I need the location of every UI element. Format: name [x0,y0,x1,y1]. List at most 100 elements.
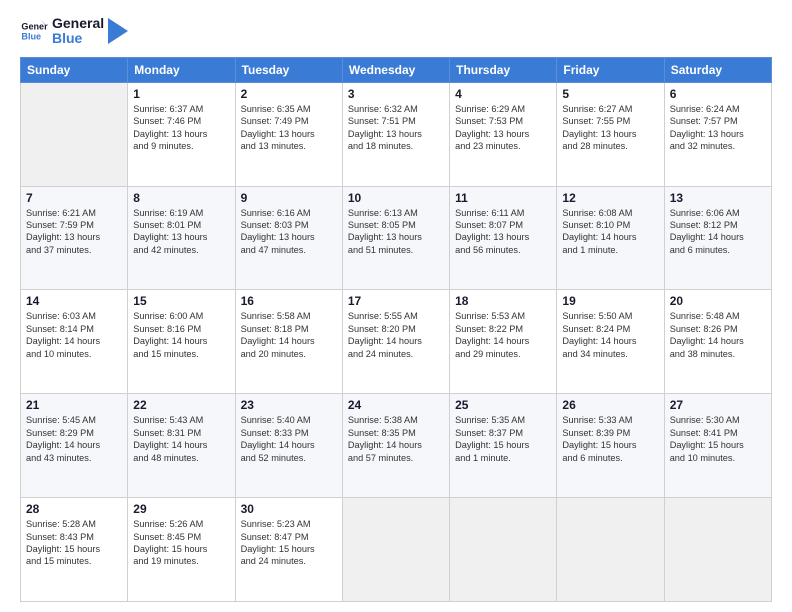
weekday-header-tuesday: Tuesday [235,57,342,82]
day-info: Sunrise: 6:32 AMSunset: 7:51 PMDaylight:… [348,103,444,153]
day-info: Sunrise: 6:08 AMSunset: 8:10 PMDaylight:… [562,207,658,257]
day-info: Sunrise: 5:58 AMSunset: 8:18 PMDaylight:… [241,310,337,360]
day-info: Sunrise: 6:24 AMSunset: 7:57 PMDaylight:… [670,103,766,153]
calendar-cell: 9 Sunrise: 6:16 AMSunset: 8:03 PMDaylight… [235,186,342,290]
day-info: Sunrise: 5:23 AMSunset: 8:47 PMDaylight:… [241,518,337,568]
day-number: 3 [348,87,444,101]
logo-arrow-icon [108,18,128,44]
day-number: 4 [455,87,551,101]
day-number: 6 [670,87,766,101]
day-info: Sunrise: 6:03 AMSunset: 8:14 PMDaylight:… [26,310,122,360]
calendar-cell: 17 Sunrise: 5:55 AMSunset: 8:20 PMDayligh… [342,290,449,394]
day-number: 11 [455,191,551,205]
calendar-cell: 2Sunrise: 6:35 AMSunset: 7:49 PMDaylight… [235,82,342,186]
calendar-cell: 22Sunrise: 5:43 AMSunset: 8:31 PMDayligh… [128,394,235,498]
svg-text:Blue: Blue [21,32,41,42]
day-number: 29 [133,502,229,516]
day-number: 1 [133,87,229,101]
day-number: 17 [348,294,444,308]
calendar-page: General Blue General Blue SundayMondayTu… [0,0,792,612]
calendar-cell: 29 Sunrise: 5:26 AMSunset: 8:45 PMDayligh… [128,498,235,602]
calendar-cell: 26 Sunrise: 5:33 AMSunset: 8:39 PMDayligh… [557,394,664,498]
calendar-cell: 3 Sunrise: 6:32 AMSunset: 7:51 PMDaylight… [342,82,449,186]
calendar-cell: 10 Sunrise: 6:13 AMSunset: 8:05 PMDayligh… [342,186,449,290]
calendar-cell: 5 Sunrise: 6:27 AMSunset: 7:55 PMDaylight… [557,82,664,186]
calendar-week-3: 14Sunrise: 6:03 AMSunset: 8:14 PMDayligh… [21,290,772,394]
day-number: 9 [241,191,337,205]
calendar-week-5: 28Sunrise: 5:28 AMSunset: 8:43 PMDayligh… [21,498,772,602]
calendar-cell: 28Sunrise: 5:28 AMSunset: 8:43 PMDayligh… [21,498,128,602]
day-number: 16 [241,294,337,308]
day-info: Sunrise: 5:40 AMSunset: 8:33 PMDaylight:… [241,414,337,464]
day-number: 21 [26,398,122,412]
day-number: 30 [241,502,337,516]
calendar-cell: 19 Sunrise: 5:50 AMSunset: 8:24 PMDayligh… [557,290,664,394]
calendar-cell: 1 Sunrise: 6:37 AMSunset: 7:46 PMDaylight… [128,82,235,186]
day-info: Sunrise: 5:28 AMSunset: 8:43 PMDaylight:… [26,518,122,568]
day-info: Sunrise: 5:55 AMSunset: 8:20 PMDaylight:… [348,310,444,360]
calendar-cell: 30 Sunrise: 5:23 AMSunset: 8:47 PMDayligh… [235,498,342,602]
calendar-cell [450,498,557,602]
calendar-cell [664,498,771,602]
day-number: 18 [455,294,551,308]
calendar-cell [557,498,664,602]
day-info: Sunrise: 5:50 AMSunset: 8:24 PMDaylight:… [562,310,658,360]
day-number: 10 [348,191,444,205]
day-number: 20 [670,294,766,308]
calendar-cell: 15Sunrise: 6:00 AMSunset: 8:16 PMDayligh… [128,290,235,394]
day-number: 8 [133,191,229,205]
calendar-cell [342,498,449,602]
calendar-cell [21,82,128,186]
day-info: Sunrise: 6:13 AMSunset: 8:05 PMDaylight:… [348,207,444,257]
day-number: 7 [26,191,122,205]
day-number: 22 [133,398,229,412]
weekday-header-sunday: Sunday [21,57,128,82]
calendar-cell: 12 Sunrise: 6:08 AMSunset: 8:10 PMDayligh… [557,186,664,290]
calendar-week-2: 7 Sunrise: 6:21 AMSunset: 7:59 PMDaylight… [21,186,772,290]
day-info: Sunrise: 6:21 AMSunset: 7:59 PMDaylight:… [26,207,122,257]
calendar-cell: 16 Sunrise: 5:58 AMSunset: 8:18 PMDayligh… [235,290,342,394]
day-number: 26 [562,398,658,412]
day-info: Sunrise: 5:45 AMSunset: 8:29 PMDaylight:… [26,414,122,464]
day-number: 5 [562,87,658,101]
day-info: Sunrise: 6:06 AMSunset: 8:12 PMDaylight:… [670,207,766,257]
calendar-cell: 20 Sunrise: 5:48 AMSunset: 8:26 PMDayligh… [664,290,771,394]
day-info: Sunrise: 6:19 AMSunset: 8:01 PMDaylight:… [133,207,229,257]
calendar-cell: 4Sunrise: 6:29 AMSunset: 7:53 PMDaylight… [450,82,557,186]
day-info: Sunrise: 5:48 AMSunset: 8:26 PMDaylight:… [670,310,766,360]
weekday-header-wednesday: Wednesday [342,57,449,82]
day-number: 13 [670,191,766,205]
weekday-header-thursday: Thursday [450,57,557,82]
day-info: Sunrise: 5:53 AMSunset: 8:22 PMDaylight:… [455,310,551,360]
calendar-cell: 13 Sunrise: 6:06 AMSunset: 8:12 PMDayligh… [664,186,771,290]
day-number: 23 [241,398,337,412]
day-info: Sunrise: 6:11 AMSunset: 8:07 PMDaylight:… [455,207,551,257]
day-info: Sunrise: 6:35 AMSunset: 7:49 PMDaylight:… [241,103,337,153]
day-info: Sunrise: 6:27 AMSunset: 7:55 PMDaylight:… [562,103,658,153]
day-info: Sunrise: 6:37 AMSunset: 7:46 PMDaylight:… [133,103,229,153]
calendar-cell: 8 Sunrise: 6:19 AMSunset: 8:01 PMDaylight… [128,186,235,290]
calendar-cell: 24 Sunrise: 5:38 AMSunset: 8:35 PMDayligh… [342,394,449,498]
day-number: 12 [562,191,658,205]
logo-general: General [52,16,104,31]
calendar-cell: 25Sunrise: 5:35 AMSunset: 8:37 PMDayligh… [450,394,557,498]
day-number: 24 [348,398,444,412]
calendar-cell: 27Sunrise: 5:30 AMSunset: 8:41 PMDayligh… [664,394,771,498]
calendar-week-4: 21 Sunrise: 5:45 AMSunset: 8:29 PMDayligh… [21,394,772,498]
day-number: 15 [133,294,229,308]
weekday-header-saturday: Saturday [664,57,771,82]
calendar-cell: 6 Sunrise: 6:24 AMSunset: 7:57 PMDaylight… [664,82,771,186]
day-info: Sunrise: 5:26 AMSunset: 8:45 PMDaylight:… [133,518,229,568]
day-info: Sunrise: 5:33 AMSunset: 8:39 PMDaylight:… [562,414,658,464]
day-number: 19 [562,294,658,308]
calendar-cell: 14Sunrise: 6:03 AMSunset: 8:14 PMDayligh… [21,290,128,394]
calendar-cell: 7 Sunrise: 6:21 AMSunset: 7:59 PMDaylight… [21,186,128,290]
day-info: Sunrise: 5:38 AMSunset: 8:35 PMDaylight:… [348,414,444,464]
logo-blue: Blue [52,31,104,46]
weekday-header-friday: Friday [557,57,664,82]
day-info: Sunrise: 6:16 AMSunset: 8:03 PMDaylight:… [241,207,337,257]
day-info: Sunrise: 5:35 AMSunset: 8:37 PMDaylight:… [455,414,551,464]
calendar-week-1: 1 Sunrise: 6:37 AMSunset: 7:46 PMDaylight… [21,82,772,186]
calendar-cell: 11 Sunrise: 6:11 AMSunset: 8:07 PMDayligh… [450,186,557,290]
weekday-header-monday: Monday [128,57,235,82]
